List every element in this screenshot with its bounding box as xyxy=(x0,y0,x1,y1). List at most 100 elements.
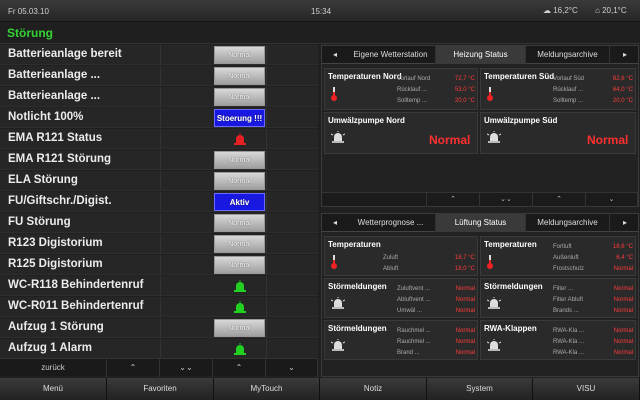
house-icon: ⌂ xyxy=(595,6,600,15)
bottom-menu-bar: Menü Favoriten MyTouch Notiz System VISU xyxy=(0,378,640,400)
mytouch-button[interactable]: MyTouch xyxy=(214,378,320,400)
status-button[interactable]: Normal xyxy=(214,67,265,85)
heating-panel-nav: ⌃ ⌄⌄ ⌃ ⌄ xyxy=(322,192,638,207)
kv-value: Normal xyxy=(455,328,475,334)
status-button[interactable]: Normal xyxy=(214,88,265,106)
panel-scroll-up-button[interactable]: ⌃ xyxy=(427,193,480,207)
favoriten-button[interactable]: Favoriten xyxy=(107,378,214,400)
green-alarm-lamp-icon[interactable] xyxy=(234,280,246,292)
status-button[interactable]: Aktiv xyxy=(214,193,265,211)
ventilation-panel: ◂ Wetterprognose ... Lüftung Status Meld… xyxy=(321,213,639,377)
status-button[interactable]: Normal xyxy=(214,46,265,64)
alarm-light-icon xyxy=(331,297,345,309)
status-bar: Fr 05.03.10 15:34 ☁ 16,2°C ⌂ 20,1°C xyxy=(0,0,640,22)
thermometer-icon xyxy=(331,87,337,101)
kv-key: Zuluft xyxy=(383,255,399,261)
vent-fault-box-d[interactable]: Störmeldungen Filter ... Normal Filter A… xyxy=(480,278,636,318)
pump-nord-box[interactable]: Umwälzpumpe Nord Normal xyxy=(324,112,478,154)
vent-temp-box-b[interactable]: Temperaturen Fortluft 18,6 °C Außenluft … xyxy=(480,236,636,276)
row-cell xyxy=(266,192,318,212)
fault-row: EMA R121 Störung Normal xyxy=(0,150,318,170)
panel-page-down-button[interactable]: ⌄⌄ xyxy=(480,193,533,207)
row-cell xyxy=(160,339,210,359)
tab-next-button[interactable]: ▸ xyxy=(614,46,636,64)
row-cell xyxy=(266,171,318,191)
vent-temp-box-a[interactable]: Temperaturen Zuluft 18,7 °C Abluft 18,0 … xyxy=(324,236,478,276)
status-button[interactable]: Normal xyxy=(214,319,265,337)
tab-meldungsarchive[interactable]: Meldungsarchive xyxy=(526,46,610,64)
heating-panel: ◂ Eigene Wetterstation Heizung Status Me… xyxy=(321,45,639,207)
kv-value: Normal xyxy=(455,339,475,345)
fault-row: ELA Störung Normal xyxy=(0,171,318,191)
box-title: Umwälzpumpe Nord xyxy=(328,116,405,125)
red-alarm-lamp-icon[interactable] xyxy=(234,133,246,145)
green-alarm-lamp-icon[interactable] xyxy=(234,301,246,313)
fault-row: FU/Giftschr./Digist. Aktiv xyxy=(0,192,318,212)
fault-label: EMA R121 Störung xyxy=(8,153,112,165)
fault-row: Batterieanlage ... Normal xyxy=(0,66,318,86)
tab-prev-button[interactable]: ◂ xyxy=(324,214,346,232)
weather-outdoor: ☁ 16,2°C xyxy=(543,6,578,15)
fault-row: FU Störung Normal xyxy=(0,213,318,233)
page-up-button[interactable]: ⌃ xyxy=(213,359,266,377)
kv-key: Rücklauf ... xyxy=(397,87,428,93)
tab-wetterprognose[interactable]: Wetterprognose ... xyxy=(346,214,436,232)
box-title: Störmeldungen xyxy=(484,282,543,291)
fault-row: Aufzug 1 Störung Normal xyxy=(0,318,318,338)
pump-state: Normal xyxy=(587,133,629,147)
scroll-up-button[interactable]: ⌃ xyxy=(107,359,160,377)
status-button[interactable]: Normal xyxy=(214,235,265,253)
row-cell xyxy=(160,297,210,317)
tab-heizung-status[interactable]: Heizung Status xyxy=(436,46,526,64)
fault-label: FU Störung xyxy=(8,216,71,228)
vent-fault-box-c[interactable]: Störmeldungen Zuluftvent ... Normal Ablu… xyxy=(324,278,478,318)
left-nav: zurück ⌃ ⌄⌄ ⌃ ⌄ xyxy=(0,358,318,377)
kv-key: Fortluft xyxy=(553,244,572,250)
box-title: Störmeldungen xyxy=(328,282,387,291)
status-button[interactable]: Normal xyxy=(214,256,265,274)
tab-prev-button[interactable]: ◂ xyxy=(324,46,346,64)
system-button[interactable]: System xyxy=(427,378,533,400)
alarm-light-icon xyxy=(487,131,501,143)
notiz-button[interactable]: Notiz xyxy=(320,378,427,400)
scroll-down-button[interactable]: ⌄ xyxy=(266,359,318,377)
status-button[interactable]: Normal xyxy=(214,172,265,190)
kv-value: 18,0 °C xyxy=(454,266,475,272)
fault-label: R125 Digistorium xyxy=(8,258,103,270)
back-button[interactable]: zurück xyxy=(0,359,107,377)
fault-row: Aufzug 1 Alarm xyxy=(0,339,318,359)
row-cell xyxy=(160,66,210,86)
tab-lueftung-status[interactable]: Lüftung Status xyxy=(436,214,526,232)
panel-page-up-button[interactable]: ⌃ xyxy=(533,193,586,207)
kv-value: Normal xyxy=(613,308,633,314)
tab-eigene-wetterstation[interactable]: Eigene Wetterstation xyxy=(346,46,436,64)
kv-key: Außenluft xyxy=(553,255,579,261)
alarm-light-icon xyxy=(331,131,345,143)
kv-key: Abluftvent ... xyxy=(397,297,431,303)
status-button[interactable]: Stoerung !!! xyxy=(214,109,265,127)
kv-key: Zuluftvent ... xyxy=(397,286,431,292)
kv-value: 20,0 °C xyxy=(454,98,475,104)
panel-scroll-down-button[interactable]: ⌄ xyxy=(586,193,638,207)
status-button[interactable]: Normal xyxy=(214,214,265,232)
kv-value: Normal xyxy=(613,350,633,356)
vent-fault-box-f[interactable]: RWA-Klappen RWA-Kla ... Normal RWA-Kla .… xyxy=(480,320,636,360)
fault-row: R123 Digistorium Normal xyxy=(0,234,318,254)
row-cell xyxy=(266,339,318,359)
vent-fault-box-e[interactable]: Störmeldungen Rauchmel ... Normal Rauchm… xyxy=(324,320,478,360)
page-down-button[interactable]: ⌄⌄ xyxy=(160,359,213,377)
fault-row: WC-R011 Behindertenruf xyxy=(0,297,318,317)
pump-sued-box[interactable]: Umwälzpumpe Süd Normal xyxy=(480,112,636,154)
fault-label: Aufzug 1 Störung xyxy=(8,321,104,333)
menu-button[interactable]: Menü xyxy=(0,378,107,400)
visu-button[interactable]: VISU xyxy=(533,378,640,400)
green-alarm-lamp-icon[interactable] xyxy=(234,343,246,355)
temp-nord-box[interactable]: Temperaturen Nord Vorlauf Nord 72,7 °C R… xyxy=(324,68,478,110)
tab-meldungsarchive[interactable]: Meldungsarchive xyxy=(526,214,610,232)
box-title: Temperaturen xyxy=(328,240,381,249)
tab-next-button[interactable]: ▸ xyxy=(614,214,636,232)
kv-key: Rücklauf ... xyxy=(553,87,584,93)
temp-sued-box[interactable]: Temperaturen Süd Vorlauf Süd 82,6 °C Rüc… xyxy=(480,68,636,110)
kv-value: Normal xyxy=(613,266,633,272)
status-button[interactable]: Normal xyxy=(214,151,265,169)
